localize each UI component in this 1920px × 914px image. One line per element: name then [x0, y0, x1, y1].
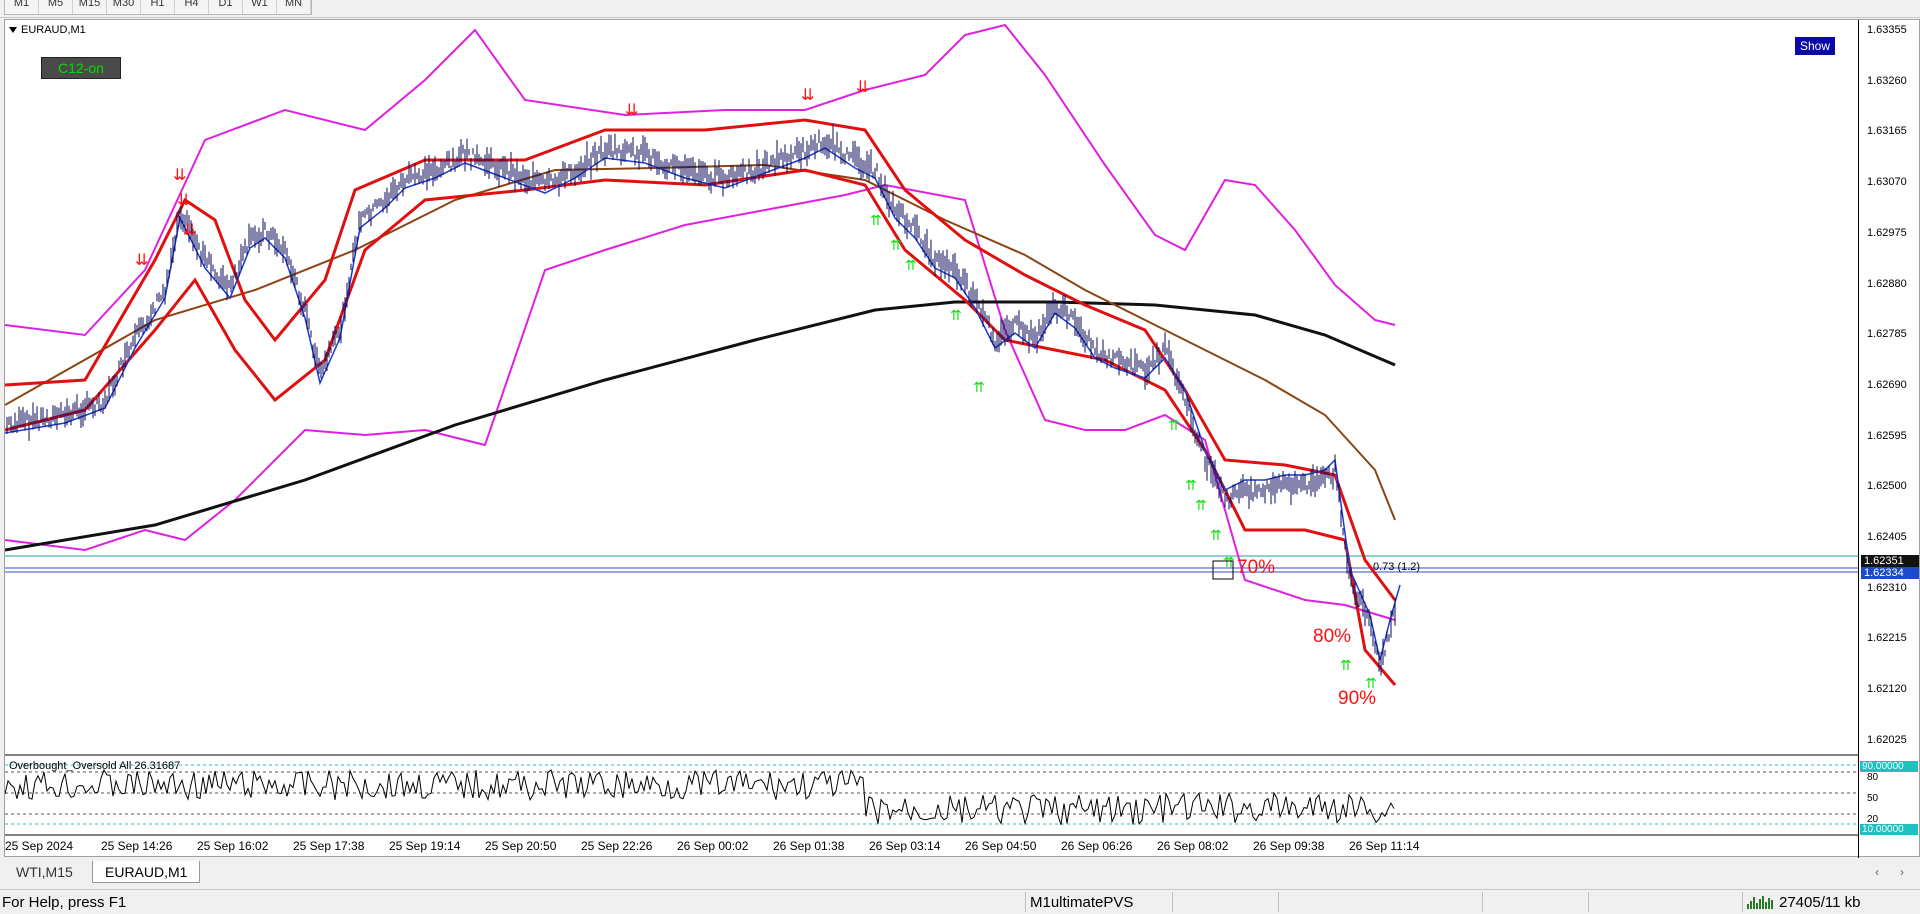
status-separator [1172, 892, 1173, 912]
pct-label-90: 90% [1338, 688, 1377, 709]
price-tick-label: 1.63165 [1867, 125, 1907, 138]
sell-signal-arrow: ⇊ [183, 220, 196, 239]
price-tick-label: 1.62880 [1867, 277, 1907, 290]
price-tick-label: 1.62405 [1867, 531, 1907, 543]
status-separator [1742, 892, 1743, 912]
price-tick-label: 1.62025 [1867, 733, 1907, 746]
price-chart-plot[interactable]: ⇊⇊⇊⇊⇊⇊ ⇊⇈⇈⇈⇈⇈⇈⇈⇈⇈⇈⇈⇈ [5, 20, 1858, 858]
time-tick-label: 26 Sep 03:14 [869, 839, 941, 853]
long-ma-line [5, 300, 1396, 552]
buy-signal-arrow: ⇈ [870, 213, 882, 229]
scroll-left-icon[interactable]: ‹ [1875, 865, 1879, 879]
timeframe-button-mn[interactable]: MN [277, 0, 311, 14]
price-tick-label: 1.62120 [1867, 683, 1907, 696]
timeframe-button-m5[interactable]: M5 [39, 0, 73, 14]
status-profile: M1ultimatePVS [1030, 894, 1134, 911]
time-tick-label: 25 Sep 14:26 [101, 839, 173, 853]
chart-window[interactable]: ⇊ ⇊ ⇊ ⇊ ⇊ ⇊ ⇊ ⇈ ⇈ ⇈ ⇈ ⇈ ⇈ ⇈ ⇈ ⇈ ⇈ ⇈ ⇈ EURAUD,M1 C12-on Sho… [4, 19, 1920, 858]
price-tick-label: 1.62310 [1867, 581, 1907, 594]
time-tick-label: 25 Sep 16:02 [197, 839, 269, 853]
blue-ma-line [5, 147, 1401, 661]
timeframe-toolbar: M1 M5 M15 M30 H1 H4 D1 W1 MN [0, 0, 1920, 18]
sell-signal-arrow: ⇊ [801, 85, 814, 104]
time-tick-label: 25 Sep 22:26 [581, 839, 653, 853]
sell-signal-arrow: ⇊ [625, 100, 638, 119]
tab-euraud-m1[interactable]: EURAUD,M1 [92, 861, 201, 883]
indicator-tick-label: 90.00000 [1860, 761, 1918, 772]
price-tick-label: 1.62215 [1867, 632, 1907, 645]
indicator-tick-label: 80 [1867, 772, 1879, 783]
timeframe-group: M1 M5 M15 M30 H1 H4 D1 W1 MN [4, 0, 312, 15]
status-separator [1588, 892, 1589, 912]
time-tick-label: 26 Sep 11:14 [1349, 839, 1420, 853]
sell-signal-arrow: ⇊ [173, 165, 186, 184]
time-tick-label: 26 Sep 00:02 [677, 839, 749, 853]
status-separator [1025, 892, 1026, 912]
buy-signal-arrow: ⇈ [950, 308, 962, 324]
envelope-upper-line [5, 23, 1396, 337]
price-tick-label: 1.62975 [1867, 226, 1907, 239]
time-tick-label: 25 Sep 20:50 [485, 839, 557, 853]
status-help-text: For Help, press F1 [2, 894, 127, 911]
time-tick-label: 25 Sep 2024 [5, 839, 74, 853]
oscillator-line [5, 768, 1395, 826]
sell-signal-arrow: ⇊ [135, 250, 148, 269]
time-tick-label: 26 Sep 08:02 [1157, 839, 1229, 853]
price-tick-label: 1.63355 [1867, 24, 1907, 36]
buy-signal-arrow: ⇈ [1195, 498, 1207, 514]
time-tick-label: 26 Sep 09:38 [1253, 839, 1325, 853]
price-axis-separator [1858, 20, 1859, 858]
timeframe-button-h1[interactable]: H1 [141, 0, 175, 14]
chart-symbol-label: EURAUD,M1 [21, 24, 86, 36]
time-tick-label: 25 Sep 19:14 [389, 839, 461, 853]
status-separator [1278, 892, 1279, 912]
buy-signal-arrow: ⇈ [890, 238, 902, 254]
timeframe-button-h4[interactable]: H4 [175, 0, 209, 14]
chart-title: EURAUD,M1 [9, 24, 86, 36]
price-tick-label: 1.62785 [1867, 328, 1907, 341]
indicator-label: Overbought_Oversold All 26.31687 [9, 760, 181, 772]
sell-signal-arrow: ⇊ [177, 190, 190, 209]
timeframe-button-m1[interactable]: M1 [5, 0, 39, 14]
ask-price-tag: 1.62334 [1861, 567, 1919, 579]
indicator-tick-label: 10.00000 [1860, 824, 1918, 835]
buy-signal-arrow: ⇈ [1185, 478, 1197, 494]
timeframe-button-w1[interactable]: W1 [243, 0, 277, 14]
price-tick-label: 1.63070 [1867, 176, 1907, 189]
status-bar: For Help, press F1 M1ultimatePVS 27405/1… [0, 889, 1920, 914]
sell-signal-arrow: ⇊ [856, 77, 869, 96]
buy-signal-arrow: ⇈ [1340, 658, 1352, 674]
c12-toggle-button[interactable]: C12-on [41, 57, 121, 79]
time-tick-label: 26 Sep 01:38 [773, 839, 845, 853]
timeframe-button-m15[interactable]: M15 [73, 0, 107, 14]
chart-tab-bar: WTI,M15 EURAUD,M1 [0, 860, 1920, 884]
buy-signal-arrow: ⇈ [1168, 418, 1180, 434]
triangle-down-icon [9, 27, 17, 33]
bid-price-tag: 1.62351 [1861, 555, 1919, 567]
time-tick-label: 25 Sep 17:38 [293, 839, 365, 853]
buy-signal-arrow: ⇈ [1210, 528, 1222, 544]
time-tick-label: 26 Sep 06:26 [1061, 839, 1133, 853]
status-traffic: 27405/11 kb [1779, 894, 1861, 911]
red-band-upper-line [5, 118, 1397, 601]
status-separator [1482, 892, 1483, 912]
indicator-tick-label: 50 [1867, 793, 1879, 804]
price-tick-label: 1.62690 [1867, 378, 1907, 391]
pct-label-80: 80% [1313, 626, 1352, 647]
time-tick-label: 26 Sep 04:50 [965, 839, 1037, 853]
price-tick-label: 1.62595 [1867, 429, 1907, 442]
show-button[interactable]: Show [1795, 37, 1835, 55]
timeframe-button-d1[interactable]: D1 [209, 0, 243, 14]
pct-label-70: 70% [1237, 557, 1276, 578]
price-tick-label: 1.62500 [1867, 480, 1907, 493]
price-tick-label: 1.63260 [1867, 74, 1907, 87]
buy-signal-arrow: ⇈ [973, 380, 985, 396]
buy-signal-arrow: ⇈ [905, 258, 917, 274]
tab-wti-m15[interactable]: WTI,M15 [4, 861, 85, 883]
timeframe-button-m30[interactable]: M30 [107, 0, 141, 14]
connection-status-icon [1747, 896, 1775, 909]
level-ratio-label: 0.73 (1.2) [1373, 561, 1421, 573]
scroll-right-icon[interactable]: › [1900, 865, 1904, 879]
